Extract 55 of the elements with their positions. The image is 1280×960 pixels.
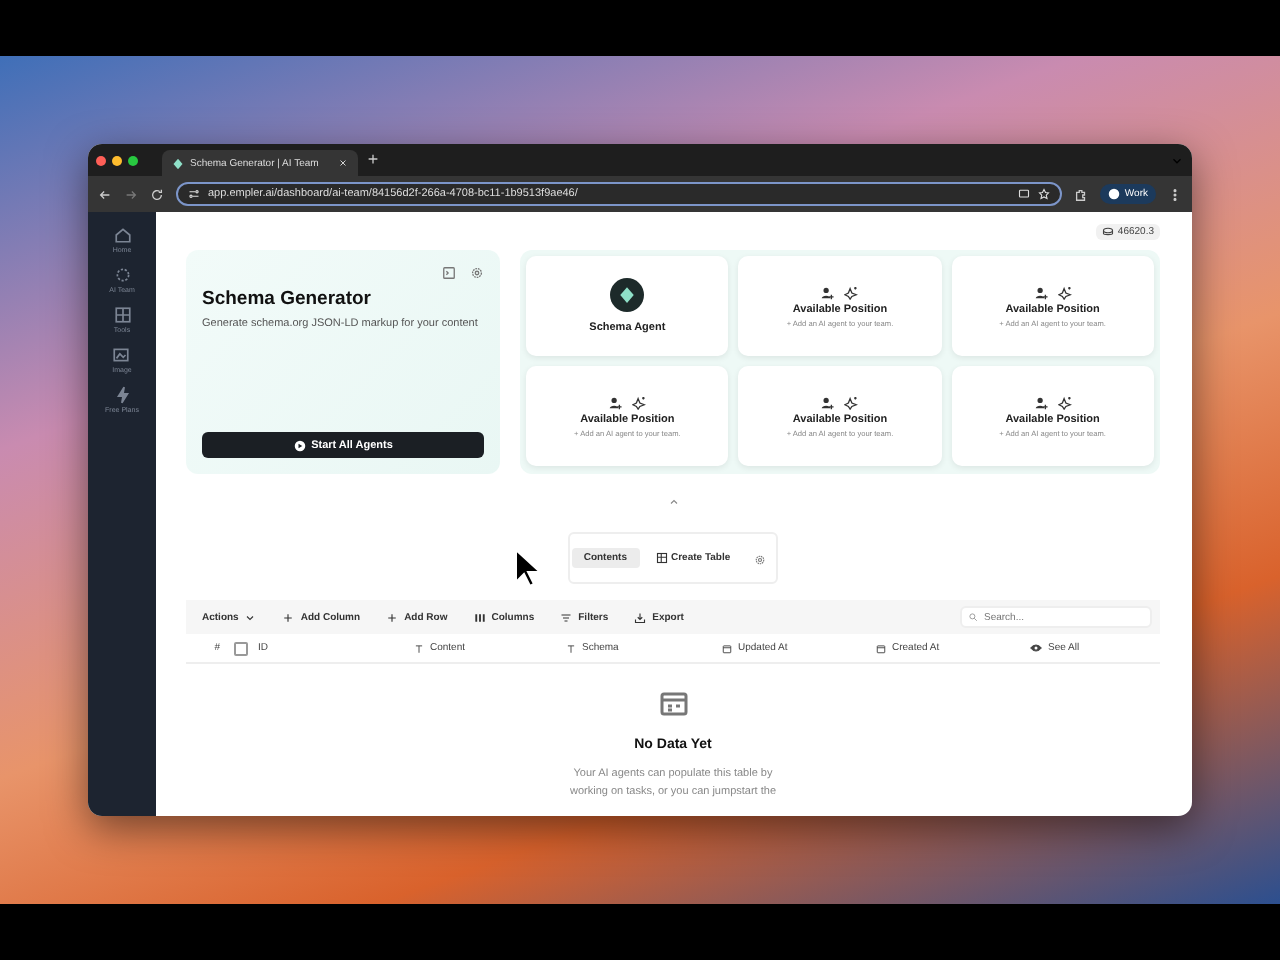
agent-avatar-icon [610,278,645,312]
back-icon [98,187,112,201]
reload-icon [150,187,164,201]
table-icon [655,552,667,564]
sidebar-icon [112,346,131,364]
plus-icon [282,611,295,623]
play-icon [293,439,306,451]
export-icon [634,611,647,623]
avatar-icon [1108,188,1121,200]
extensions-icon [1074,187,1089,201]
mouse-cursor-icon [514,548,542,588]
maximize-button[interactable] [128,155,138,165]
star-icon [1038,188,1051,200]
chevron-down-icon [244,611,257,623]
close-icon [338,158,348,168]
coins-icon [1101,226,1114,238]
add-person-icon [820,285,835,299]
chevron-down-icon [1170,153,1184,167]
minimize-button[interactable] [112,155,122,165]
sidebar-icon [113,306,131,324]
calendar-icon [876,643,886,653]
columns-icon [473,611,486,623]
site-settings-icon [188,188,200,200]
text-type-icon [566,643,576,653]
sidebar-icon [113,226,131,244]
chevron-up-icon [667,496,679,508]
search-icon [968,612,978,622]
plus-icon [386,611,399,623]
sidebar-icon [113,386,131,404]
filter-icon [560,611,573,623]
sparkle-icon [844,395,859,409]
close-button[interactable] [96,155,106,165]
text-type-icon [414,643,424,653]
plus-icon [366,151,380,165]
sparkle-icon [1057,285,1072,299]
add-person-icon [608,395,623,409]
sparkle-icon [1057,395,1072,409]
diamond-icon [172,157,184,169]
eye-icon [1030,642,1042,654]
new-tab-button[interactable] [366,151,380,169]
add-person-icon [1033,285,1048,299]
team-title: Schema Generator [202,288,373,310]
terminal-icon [442,266,456,280]
sparkle-icon [844,285,859,299]
empty-table-icon [657,688,689,720]
menu-icon [1168,187,1182,201]
add-person-icon [1033,395,1048,409]
sidebar-icon [113,266,131,284]
sparkle-icon [632,395,647,409]
forward-icon [124,187,138,201]
settings-icon [754,554,767,566]
calendar-icon [722,643,732,653]
add-person-icon [820,395,835,409]
select-all-checkbox[interactable] [234,641,248,655]
settings-icon [470,266,484,280]
